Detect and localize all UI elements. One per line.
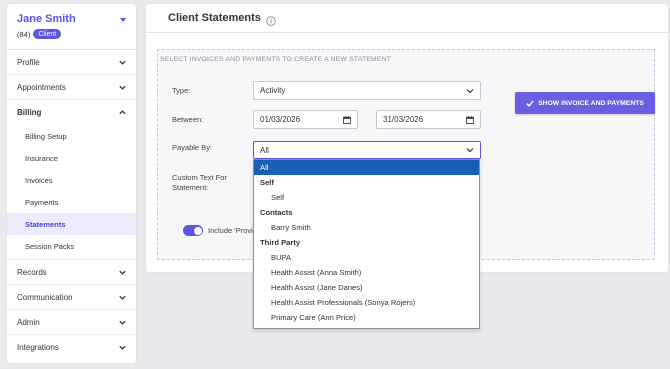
chevron-down-icon [118, 268, 127, 277]
sidebar-item-payments[interactable]: Payments [7, 191, 136, 213]
client-name[interactable]: Jane Smith [17, 13, 136, 25]
nav-billing-label: Billing [17, 108, 42, 117]
option-primary-care[interactable]: Primary Care (Ann Price) [254, 310, 479, 325]
sidebar-item-invoices[interactable]: Invoices [7, 169, 136, 191]
date-to-value: 31/03/2026 [383, 115, 424, 124]
include-provider-toggle[interactable] [183, 225, 203, 236]
nav-appointments[interactable]: Appointments [7, 75, 136, 100]
client-badge: Client [33, 29, 62, 39]
info-icon[interactable] [266, 13, 276, 26]
chevron-down-icon [118, 318, 127, 327]
chevron-down-icon [118, 343, 127, 352]
chevron-down-icon [118, 58, 127, 67]
client-id: (84) [17, 29, 31, 39]
optgroup-contacts: Contacts [260, 208, 293, 217]
option-self[interactable]: Self [254, 190, 479, 205]
optgroup-third-party: Third Party [260, 238, 301, 247]
show-invoice-payments-button[interactable]: SHOW INVOICE AND PAYMENTS [515, 92, 655, 114]
option-barry-smith[interactable]: Barry Smith [254, 220, 479, 235]
option-all[interactable]: All [254, 160, 479, 175]
caret-down-icon[interactable] [120, 18, 126, 22]
client-sidebar: Jane Smith (84) Client Profile Appointme… [7, 4, 136, 363]
chevron-up-icon [118, 108, 127, 117]
nav-profile[interactable]: Profile [7, 50, 136, 75]
nav-billing[interactable]: Billing [7, 100, 136, 125]
show-invoice-payments-label: SHOW INVOICE AND PAYMENTS [538, 99, 644, 107]
nav-admin-label: Admin [17, 317, 40, 327]
payable-by-select[interactable]: All [253, 141, 481, 159]
sidebar-item-billing-setup[interactable]: Billing Setup [7, 125, 136, 147]
client-header[interactable]: Jane Smith (84) Client [7, 4, 136, 50]
nav-records-label: Records [17, 267, 47, 277]
between-label: Between: [172, 115, 204, 124]
nav-admin[interactable]: Admin [7, 310, 136, 335]
option-health-assist-anna[interactable]: Health Assist (Anna Smith) [254, 265, 479, 280]
custom-text-label-line1: Custom Text For [172, 173, 227, 182]
nav-records[interactable]: Records [7, 260, 136, 285]
type-select-value: Activity [260, 86, 286, 95]
section-heading: SELECT INVOICES AND PAYMENTS TO CREATE A… [160, 56, 392, 63]
chevron-down-icon [118, 83, 127, 92]
nav-communication[interactable]: Communication [7, 285, 136, 310]
sidebar-item-statements[interactable]: Statements [7, 213, 136, 235]
option-health-assist-professionals[interactable]: Health Assist Professionals (Sonya Rojer… [254, 295, 479, 310]
nav-integrations-label: Integrations [17, 343, 59, 352]
payable-by-value: All [260, 145, 269, 155]
calendar-icon[interactable] [343, 115, 351, 124]
chevron-down-icon [466, 88, 474, 93]
nav-profile-label: Profile [17, 57, 40, 67]
nav-appointments-label: Appointments [17, 82, 66, 92]
billing-submenu: Billing Setup Insurance Invoices Payment… [7, 125, 136, 260]
nav-communication-label: Communication [17, 292, 73, 302]
option-bupa[interactable]: BUPA [254, 250, 479, 265]
optgroup-self: Self [260, 178, 274, 187]
chevron-down-icon [466, 148, 474, 153]
type-label: Type: [172, 86, 191, 95]
sidebar-item-session-packs[interactable]: Session Packs [7, 235, 136, 257]
custom-text-label: Custom Text For Statement: [172, 173, 227, 193]
type-select[interactable]: Activity [253, 81, 481, 100]
page-header: Client Statements [146, 4, 668, 33]
check-icon [526, 100, 534, 107]
date-from-input[interactable]: 01/03/2026 [253, 110, 358, 129]
page-title: Client Statements [168, 12, 261, 24]
calendar-icon[interactable] [466, 115, 474, 124]
date-from-value: 01/03/2026 [260, 115, 301, 124]
payable-by-dropdown[interactable]: All Self Self Contacts Barry Smith Third… [253, 159, 480, 329]
date-to-input[interactable]: 31/03/2026 [376, 110, 481, 129]
chevron-down-icon [118, 293, 127, 302]
sidebar-nav: Profile Appointments Billing Billing Set… [7, 50, 136, 360]
nav-integrations[interactable]: Integrations [7, 335, 136, 360]
sidebar-item-insurance[interactable]: Insurance [7, 147, 136, 169]
option-health-assist-jane[interactable]: Health Assist (Jane Danes) [254, 280, 479, 295]
custom-text-label-line2: Statement: [172, 183, 209, 192]
payable-by-label: Payable By: [172, 143, 213, 152]
